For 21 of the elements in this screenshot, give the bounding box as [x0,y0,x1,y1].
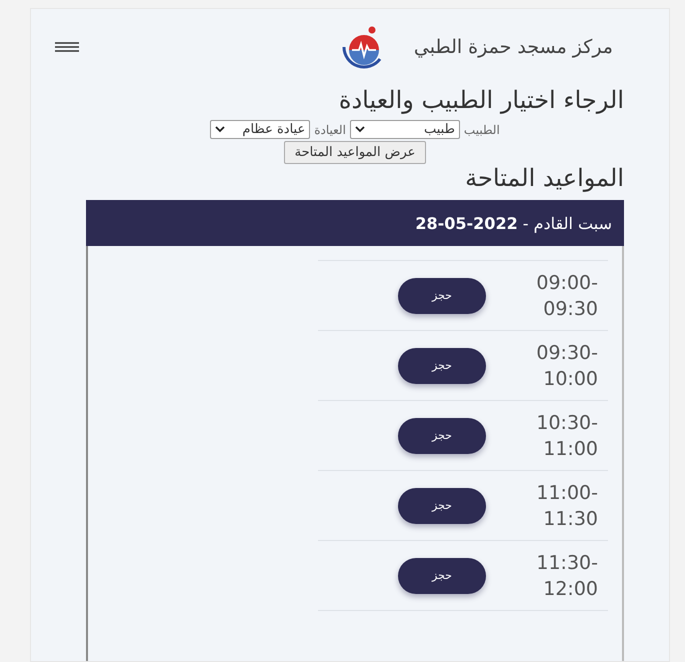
appointments-heading: المواعيد المتاحة [465,164,624,192]
book-button[interactable]: حجز [398,488,486,524]
book-button[interactable]: حجز [398,348,486,384]
chevron-down-icon [215,126,226,133]
book-button[interactable]: حجز [398,418,486,454]
field-label: العيادة [314,122,346,136]
time-slot: 11:00-11:30 [522,480,598,532]
book-button[interactable]: حجز [398,278,486,314]
site-title: مركز مسجد حمزة الطبي [414,36,613,58]
show-appointments-button[interactable]: عرض المواعيد المتاحة [284,141,426,164]
field-label: الطبيب [464,122,500,136]
chevron-down-icon [354,126,365,133]
time-slot: 10:30-11:00 [522,410,598,462]
menu-icon[interactable] [55,42,79,52]
select-field[interactable]: عيادة عظام [210,120,310,139]
select-field[interactable]: طبيب [350,120,460,139]
time-slot: 11:30-12:00 [522,550,598,602]
time-slot: 09:30-10:00 [522,340,598,392]
form-heading: الرجاء اختيار الطبيب والعيادة [338,86,624,114]
book-button[interactable]: حجز [398,558,486,594]
time-slot: 09:00-09:30 [522,270,598,322]
